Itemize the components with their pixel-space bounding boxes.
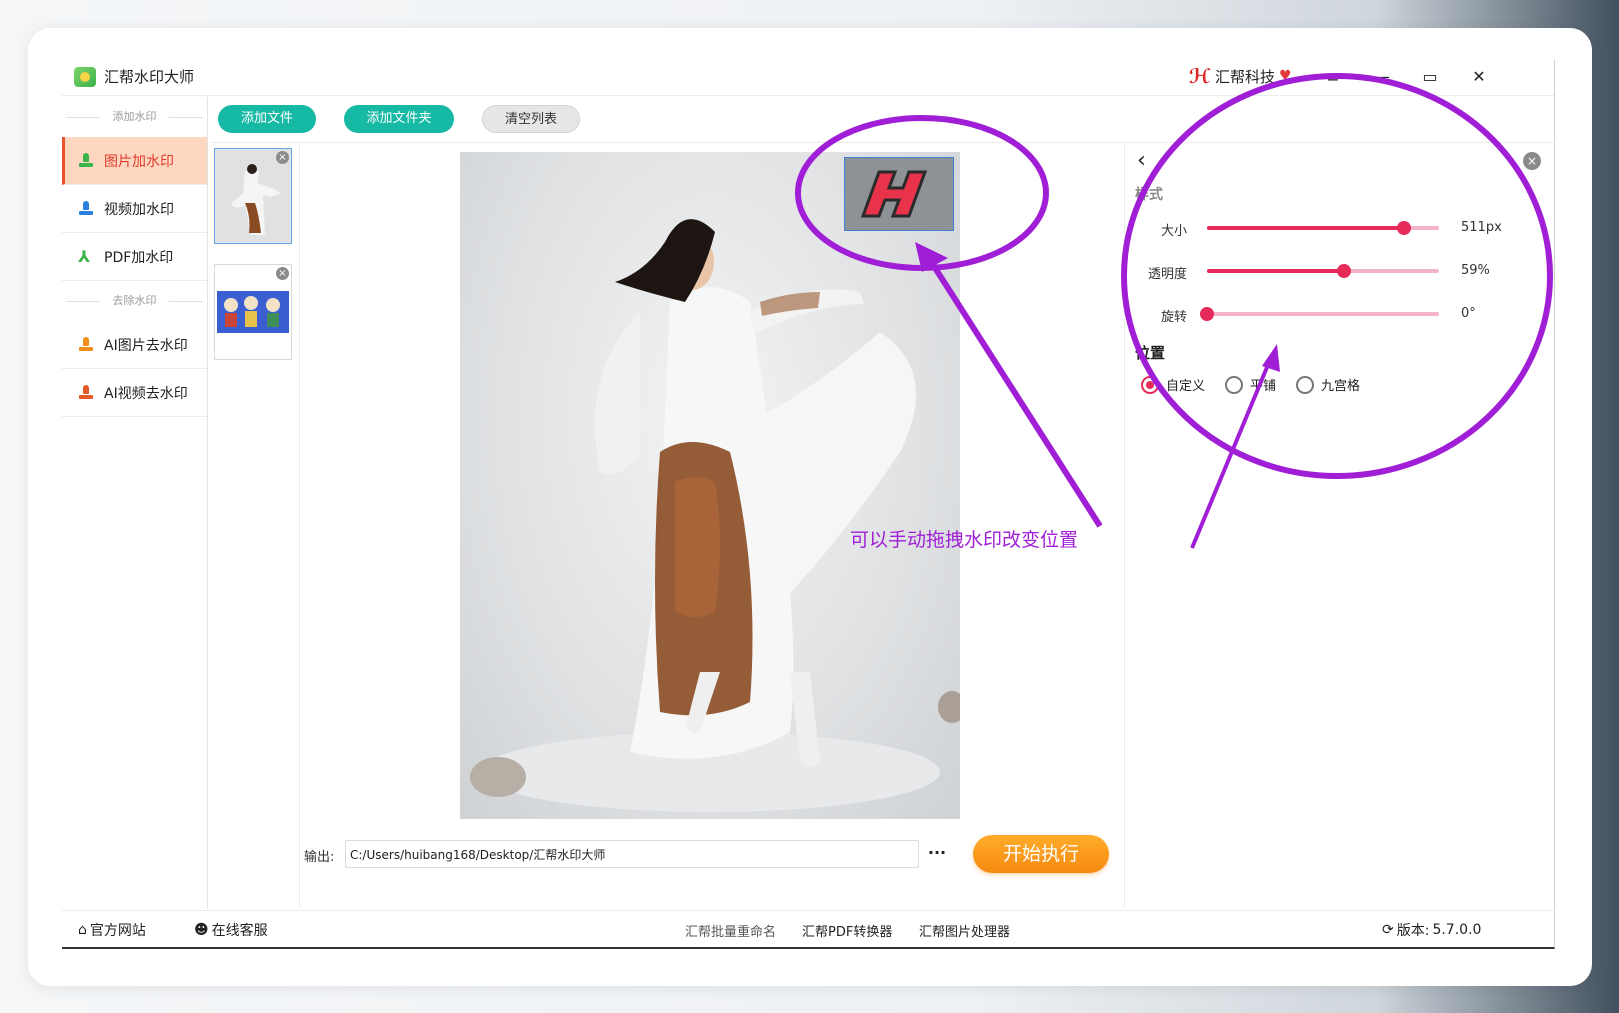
radio-nine-grid[interactable]: 九宫格 [1296,375,1360,394]
radio-label: 九宫格 [1321,379,1361,394]
brand-mark-icon: ℋ [1189,64,1211,88]
online-service-label: 在线客服 [211,923,268,939]
radio-label: 平铺 [1250,379,1277,394]
preview-canvas [460,152,960,819]
watermark-logo[interactable] [844,157,954,231]
sidebar-item-label: AI图片去水印 [104,337,188,354]
image-processor-link[interactable]: 汇帮图片处理器 [919,921,1010,940]
size-slider[interactable] [1207,221,1439,235]
stamp-icon [78,336,94,353]
radio-button[interactable] [1296,375,1315,394]
pdf-icon: ⅄ [78,246,91,266]
slider-fill [1207,226,1405,230]
position-radio-group: 自定义 平铺 九宫格 [1141,375,1360,394]
radio-label: 自定义 [1166,379,1206,394]
size-slider-row: 大小 511px [1125,216,1556,240]
start-button[interactable]: 开始执行 [973,835,1109,873]
version-label: 版本: [1396,923,1430,939]
pdf-converter-link[interactable]: 汇帮PDF转换器 [802,921,892,940]
slider-value: 511px [1461,220,1502,235]
brand-name: 汇帮科技 [1215,67,1276,86]
refresh-icon: ⟳ [1382,922,1394,938]
sidebar-item-ai-image-remove[interactable]: AI图片去水印 [62,321,207,369]
sidebar: 添加水印 图片加水印 视频加水印 ⅄ PDF加水印 去除水印 AI图片去水印 A… [62,97,208,909]
close-panel-icon[interactable]: × [1523,152,1541,170]
position-section-title: 位置 [1135,344,1166,362]
slider-value: 0° [1461,306,1476,321]
file-thumbnail-list: × × [210,144,300,908]
add-file-button[interactable]: 添加文件 [218,105,316,133]
preview-photo [470,219,960,812]
sidebar-item-video-watermark[interactable]: 视频加水印 [62,185,207,233]
thumbnail-item[interactable]: × [214,264,292,360]
remove-thumbnail-icon[interactable]: × [276,267,289,280]
watermark-settings-panel: ‹ × 样式 大小 511px 透明度 59% 旋转 0° 位置 自定义 平铺 … [1124,144,1555,908]
rename-tool-link[interactable]: 汇帮批量重命名 [685,921,776,940]
sidebar-item-ai-video-remove[interactable]: AI视频去水印 [62,369,207,417]
sidebar-item-label: AI视频去水印 [104,385,188,402]
clear-list-button[interactable]: 清空列表 [482,105,580,133]
slider-fill [1207,269,1344,273]
minimize-button[interactable]: — [1367,64,1397,90]
sidebar-item-label: 视频加水印 [104,201,174,218]
online-service-link[interactable]: ☻ 在线客服 [194,920,268,940]
official-site-link[interactable]: ⌂ 官方网站 [78,920,146,940]
brand-logo: ℋ 汇帮科技 ♥ [1189,65,1292,87]
annotation-caption: 可以手动拖拽水印改变位置 [850,529,1079,551]
version-info[interactable]: ⟳ 版本: 5.7.0.0 [1382,920,1481,940]
opacity-slider[interactable] [1207,264,1439,278]
radio-custom[interactable]: 自定义 [1141,375,1205,394]
output-path-input[interactable] [345,840,919,868]
section-label-remove: 去除水印 [62,281,207,321]
slider-value: 59% [1461,263,1490,278]
radio-button[interactable] [1225,375,1244,394]
rotation-slider[interactable] [1200,307,1439,321]
home-icon: ⌂ [78,922,87,938]
slider-label: 旋转 [1160,310,1187,325]
add-folder-button[interactable]: 添加文件夹 [344,105,454,133]
vip-badge-icon: ♥ [1279,68,1292,84]
slider-handle[interactable] [1397,221,1412,235]
slider-handle[interactable] [1336,264,1351,278]
sidebar-item-image-watermark[interactable]: 图片加水印 [62,137,207,185]
toolbar: 添加文件 添加文件夹 清空列表 [210,97,1555,143]
slider-label: 透明度 [1147,267,1187,282]
sidebar-item-pdf-watermark[interactable]: ⅄ PDF加水印 [62,233,207,281]
sidebar-item-label: PDF加水印 [104,249,174,266]
watermark-h-logo-icon [860,170,928,218]
official-site-label: 官方网站 [89,923,146,939]
sidebar-item-label: 图片加水印 [104,153,174,170]
app-logo-icon [74,67,96,87]
maximize-button[interactable]: ▭ [1415,64,1445,90]
thumbnail-item[interactable]: × [214,148,292,244]
style-section-title: 样式 [1135,187,1163,203]
stamp-icon [78,200,94,217]
output-label: 输出: [304,850,335,865]
slider-label: 大小 [1160,224,1187,239]
back-arrow-icon[interactable]: ‹ [1137,148,1146,173]
status-bar: ⌂ 官方网站 ☻ 在线客服 汇帮批量重命名 汇帮PDF转换器 汇帮图片处理器 ⟳… [62,910,1555,947]
menu-button[interactable]: ≡ [1318,64,1348,90]
slider-handle[interactable] [1200,307,1214,321]
stamp-icon [78,384,94,401]
stamp-icon [78,152,94,169]
version-number: 5.7.0.0 [1432,922,1482,938]
app-window: 汇帮水印大师 ℋ 汇帮科技 ♥ ≡ — ▭ ✕ 添加水印 图片加水印 视频加水印… [62,60,1555,949]
close-button[interactable]: ✕ [1464,64,1494,90]
remove-thumbnail-icon[interactable]: × [276,151,289,164]
support-agent-icon: ☻ [194,922,209,938]
browse-more-button[interactable]: ··· [924,840,950,868]
rotation-slider-row: 旋转 0° [1125,302,1556,326]
opacity-slider-row: 透明度 59% [1125,259,1556,283]
section-label-add: 添加水印 [62,97,207,137]
radio-tile[interactable]: 平铺 [1225,375,1276,394]
app-title: 汇帮水印大师 [104,68,195,86]
title-bar: 汇帮水印大师 ℋ 汇帮科技 ♥ ≡ — ▭ ✕ [62,60,1554,96]
radio-button[interactable] [1141,375,1159,394]
